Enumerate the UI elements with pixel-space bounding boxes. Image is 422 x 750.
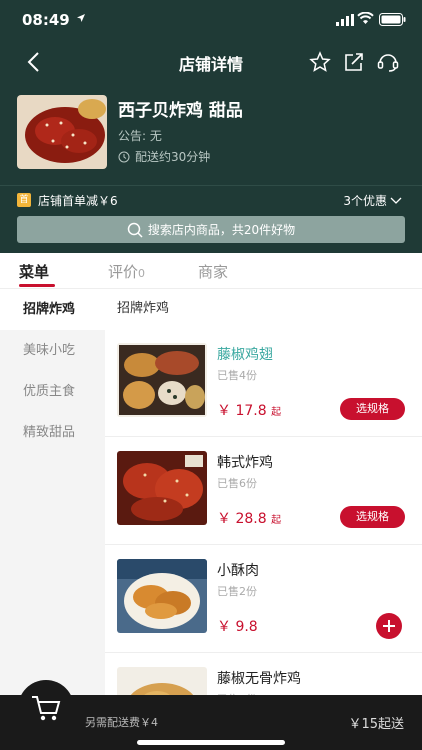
signal-icon xyxy=(336,14,354,26)
product-image xyxy=(117,451,207,525)
tab-reviews-count: 0 xyxy=(138,267,146,280)
tab-merchant[interactable]: 商家 xyxy=(198,261,228,282)
sidebar-item-signature-chicken[interactable]: 招牌炸鸡 xyxy=(0,289,105,330)
shop-logo-image xyxy=(17,95,107,169)
shopping-cart-icon xyxy=(32,696,61,721)
customer-service-icon[interactable] xyxy=(376,50,400,74)
product-price: ￥ 9.8 xyxy=(217,616,258,636)
promo-count-button[interactable]: 3个优惠 xyxy=(343,192,402,209)
search-placeholder: 搜索店内商品，共20件好物 xyxy=(147,223,296,237)
sidebar-item-snacks[interactable]: 美味小吃 xyxy=(0,330,105,371)
product-sold: 已售6份 xyxy=(217,477,257,490)
list-item[interactable]: 藤椒鸡翅 已售4份 ￥ 17.8 起 选规格 xyxy=(105,329,422,437)
status-bar: 08:49 xyxy=(0,0,422,40)
battery-icon xyxy=(379,13,406,26)
chevron-down-icon xyxy=(390,197,402,204)
nav-bar: 店铺详情 xyxy=(0,40,422,82)
product-price-value: ￥ 17.8 xyxy=(217,403,267,419)
minimum-order: ￥15起送 xyxy=(348,717,404,732)
wifi-icon xyxy=(357,12,374,24)
location-arrow-icon xyxy=(77,14,85,22)
promo-count-label: 3个优惠 xyxy=(343,194,387,208)
select-spec-button[interactable]: 选规格 xyxy=(340,506,405,528)
search-icon xyxy=(127,222,143,238)
sidebar-item-desserts[interactable]: 精致甜品 xyxy=(0,412,105,453)
status-time: 08:49 xyxy=(22,11,70,29)
product-image xyxy=(117,343,207,417)
promo-text: 店铺首单减￥6 xyxy=(38,194,118,208)
active-tab-indicator xyxy=(19,284,55,287)
home-indicator xyxy=(137,740,285,745)
sidebar-item-staples[interactable]: 优质主食 xyxy=(0,371,105,412)
add-to-cart-button[interactable] xyxy=(376,613,402,639)
tab-menu[interactable]: 菜单 xyxy=(19,261,49,282)
shop-header: 08:49 店铺详情 西子贝炸鸡 甜品 公告: 无 配送约30分钟 首 店铺首单… xyxy=(0,0,422,253)
delivery-time: 配送约30分钟 xyxy=(118,148,210,165)
product-name: 藤椒鸡翅 xyxy=(217,347,273,363)
delivery-text: 配送约30分钟 xyxy=(135,150,211,164)
product-name: 藤椒无骨炸鸡 xyxy=(217,671,301,687)
promo-row: 首 店铺首单减￥6 3个优惠 xyxy=(0,185,422,213)
product-list: 招牌炸鸡 藤椒鸡翅 已售4份 ￥ 17.8 起 选规格 韩式炸鸡 已售6份 ￥ … xyxy=(105,289,422,750)
product-name: 小酥肉 xyxy=(217,563,259,579)
tab-menu-label: 菜单 xyxy=(19,263,50,281)
list-item[interactable]: 小酥肉 已售2份 ￥ 9.8 xyxy=(105,545,422,653)
shop-notice: 公告: 无 xyxy=(118,129,162,143)
tab-bar: 菜单 评价0 商家 xyxy=(0,253,422,289)
product-price: ￥ 17.8 起 xyxy=(217,400,281,420)
product-sold: 已售4份 xyxy=(217,369,257,382)
search-bar[interactable]: 搜索店内商品，共20件好物 xyxy=(17,216,405,243)
clock-icon xyxy=(118,151,130,162)
product-price-value: ￥ 9.8 xyxy=(217,619,258,635)
star-icon[interactable] xyxy=(308,50,332,74)
product-price: ￥ 28.8 起 xyxy=(217,508,281,528)
category-title: 招牌炸鸡 xyxy=(117,301,170,316)
product-image xyxy=(117,559,207,633)
product-name: 韩式炸鸡 xyxy=(217,455,273,471)
list-item[interactable]: 韩式炸鸡 已售6份 ￥ 28.8 起 选规格 xyxy=(105,437,422,545)
tab-reviews[interactable]: 评价0 xyxy=(108,261,145,282)
product-price-suffix: 起 xyxy=(271,515,282,526)
tab-merchant-label: 商家 xyxy=(198,263,229,281)
product-sold: 已售2份 xyxy=(217,585,257,598)
promo-badge: 首 xyxy=(17,193,31,207)
shop-name: 西子贝炸鸡 甜品 xyxy=(118,101,243,121)
cart-button[interactable] xyxy=(18,680,74,736)
product-price-suffix: 起 xyxy=(271,407,282,418)
select-spec-button[interactable]: 选规格 xyxy=(340,398,405,420)
tab-reviews-label: 评价 xyxy=(108,263,139,281)
delivery-fee: 另需配送费￥4 xyxy=(85,716,158,729)
product-price-value: ￥ 28.8 xyxy=(217,511,267,527)
share-icon[interactable] xyxy=(342,50,366,74)
